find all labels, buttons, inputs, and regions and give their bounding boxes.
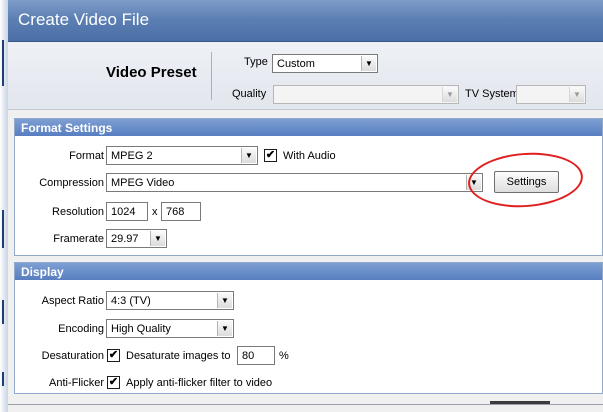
resolution-height-value: 768	[166, 206, 185, 218]
type-label: Type	[244, 56, 268, 68]
aspect-ratio-label: Aspect Ratio	[41, 295, 104, 307]
format-label: Format	[69, 150, 104, 162]
tv-system-label: TV System	[465, 88, 519, 100]
antiflicker-checkbox[interactable]: ✔	[107, 376, 120, 389]
edge-marker	[2, 40, 4, 86]
edge-marker	[2, 210, 4, 248]
desktop-edge	[0, 0, 8, 412]
chevron-down-icon[interactable]: ▼	[361, 56, 376, 71]
type-select[interactable]: Custom ▼	[272, 54, 378, 73]
framerate-value: 29.97	[111, 233, 139, 245]
chevron-down-icon[interactable]: ▼	[241, 148, 256, 163]
title-bar: Create Video File	[8, 0, 603, 42]
framerate-select[interactable]: 29.97 ▼	[106, 229, 167, 248]
edge-marker	[2, 372, 4, 386]
create-video-file-dialog: Create Video File Video Preset Type Cust…	[8, 0, 603, 412]
resolution-width-input[interactable]: 1024	[106, 202, 148, 221]
antiflicker-text: Apply anti-flicker filter to video	[126, 377, 273, 389]
desaturation-label: Desaturation	[41, 350, 104, 362]
resolution-separator: x	[152, 206, 158, 218]
chevron-down-icon[interactable]: ▼	[569, 87, 584, 102]
chevron-down-icon[interactable]: ▼	[217, 293, 232, 308]
desaturate-label: Desaturate images to	[126, 350, 231, 362]
edge-marker	[2, 300, 4, 324]
with-audio-label: With Audio	[283, 150, 336, 162]
chevron-down-icon[interactable]: ▼	[442, 87, 457, 102]
bottom-tab-indicator	[490, 401, 550, 404]
display-group: Display Aspect Ratio 4:3 (TV) ▼ Encoding…	[14, 262, 603, 394]
resolution-width-value: 1024	[111, 206, 136, 218]
encoding-select[interactable]: High Quality ▼	[106, 319, 234, 338]
antiflicker-label: Anti-Flicker	[48, 377, 104, 389]
encoding-value: High Quality	[111, 323, 171, 335]
compression-label: Compression	[39, 177, 104, 189]
tv-system-select[interactable]: ▼	[516, 85, 586, 104]
compression-value: MPEG Video	[111, 177, 175, 189]
preset-divider	[211, 52, 212, 100]
window-title: Create Video File	[18, 10, 150, 29]
type-value: Custom	[277, 58, 315, 70]
bottom-divider	[8, 404, 603, 405]
format-value: MPEG 2	[111, 150, 153, 162]
compression-select[interactable]: MPEG Video ▼	[106, 173, 483, 192]
desaturate-percent-input[interactable]: 80	[237, 346, 275, 365]
aspect-ratio-value: 4:3 (TV)	[111, 295, 151, 307]
with-audio-checkbox[interactable]: ✔	[264, 149, 277, 162]
desaturate-percent-value: 80	[242, 350, 255, 362]
chevron-down-icon[interactable]: ▼	[217, 321, 232, 336]
framerate-label: Framerate	[53, 233, 104, 245]
video-preset-panel: Video Preset Type Custom ▼ Quality ▼ TV …	[8, 42, 603, 110]
video-preset-title: Video Preset	[106, 64, 197, 81]
format-settings-header: Format Settings	[15, 119, 602, 136]
desaturate-checkbox[interactable]: ✔	[107, 349, 120, 362]
aspect-ratio-select[interactable]: 4:3 (TV) ▼	[106, 291, 234, 310]
display-header: Display	[15, 263, 602, 280]
encoding-label: Encoding	[58, 323, 104, 335]
format-select[interactable]: MPEG 2 ▼	[106, 146, 258, 165]
resolution-height-input[interactable]: 768	[161, 202, 201, 221]
quality-label: Quality	[232, 88, 267, 100]
resolution-label: Resolution	[52, 206, 104, 218]
percent-unit: %	[279, 350, 289, 362]
chevron-down-icon[interactable]: ▼	[150, 231, 165, 246]
quality-select[interactable]: ▼	[273, 85, 459, 104]
